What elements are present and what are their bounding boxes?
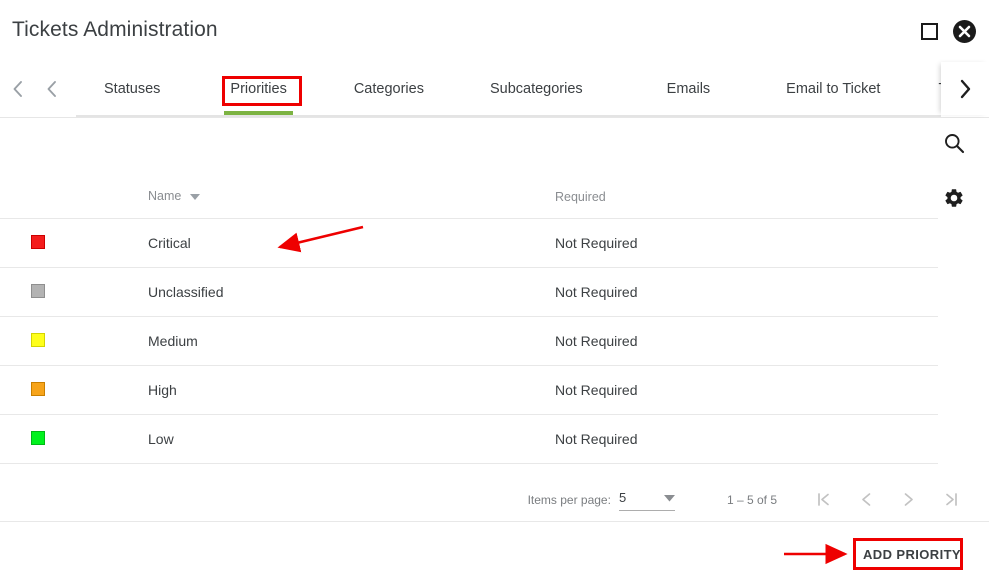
chevron-down-icon [663, 489, 675, 507]
gear-icon[interactable] [943, 187, 965, 214]
window-controls [921, 19, 977, 44]
header-divider [0, 117, 989, 118]
row-color-cell [0, 267, 148, 317]
items-per-page-label: Items per page: [527, 492, 611, 507]
row-required-cell: Not Required [555, 365, 938, 415]
tab-bar: Statuses Priorities Categories Subcatego… [0, 62, 989, 117]
page-navigation-buttons [811, 487, 963, 513]
color-swatch [31, 234, 45, 249]
tab-email-to-ticket[interactable]: Email to Ticket [780, 62, 886, 115]
close-circle-icon[interactable] [952, 19, 977, 44]
row-required-cell: Not Required [555, 218, 938, 268]
page-title: Tickets Administration [12, 18, 218, 41]
tab-emails[interactable]: Emails [661, 62, 717, 115]
first-page-button[interactable] [811, 487, 837, 513]
row-name-cell: Unclassified [148, 267, 555, 317]
search-icon[interactable] [943, 132, 965, 159]
items-per-page-value: 5 [618, 490, 627, 505]
table-row[interactable]: High Not Required [0, 365, 938, 415]
tab-scroll-prev-icon[interactable] [34, 62, 68, 115]
table-row[interactable]: Critical Not Required [0, 218, 938, 268]
add-priority-button[interactable]: ADD PRIORITY [853, 538, 971, 571]
color-swatch [31, 332, 45, 347]
table-header-row: Name Required [0, 130, 938, 219]
previous-page-button[interactable] [853, 487, 879, 513]
color-swatch [31, 381, 45, 396]
square-maximize-icon[interactable] [921, 23, 938, 40]
sort-descending-arrow-icon [189, 190, 200, 204]
row-color-cell [0, 365, 148, 415]
column-header-color [0, 130, 148, 219]
color-swatch [31, 283, 45, 298]
side-actions [937, 132, 971, 214]
priorities-table-container: Name Required Critical Not Required Uncl… [0, 130, 989, 464]
row-color-cell [0, 218, 148, 268]
row-name-cell: High [148, 365, 555, 415]
table-row[interactable]: Unclassified Not Required [0, 267, 938, 317]
tab-subcategories[interactable]: Subcategories [484, 62, 589, 115]
tab-categories[interactable]: Categories [348, 62, 430, 115]
table-row[interactable]: Low Not Required [0, 414, 938, 464]
column-header-required: Required [555, 130, 938, 219]
page-range-label: 1 – 5 of 5 [726, 492, 777, 507]
footer-actions: ADD PRIORITY [0, 522, 989, 587]
tab-priorities[interactable]: Priorities [224, 62, 294, 115]
table-row[interactable]: Medium Not Required [0, 316, 938, 366]
row-name-cell: Low [148, 414, 555, 464]
row-required-cell: Not Required [555, 414, 938, 464]
tabs-strip: Statuses Priorities Categories Subcatego… [88, 62, 989, 115]
last-page-button[interactable] [937, 487, 963, 513]
paginator: Items per page: 5 1 – 5 of 5 [0, 478, 989, 522]
items-per-page-select[interactable]: 5 [618, 489, 675, 511]
column-header-name-label: Name [148, 189, 182, 204]
row-color-cell [0, 414, 148, 464]
row-required-cell: Not Required [555, 267, 938, 317]
table-body: Critical Not Required Unclassified Not R… [0, 218, 938, 464]
column-header-name[interactable]: Name [148, 130, 555, 219]
row-name-cell: Medium [148, 316, 555, 366]
row-name-cell: Critical [148, 218, 555, 268]
row-required-cell: Not Required [555, 316, 938, 366]
tab-nav-left-group [0, 62, 68, 115]
row-color-cell [0, 316, 148, 366]
priorities-table: Name Required Critical Not Required Uncl… [0, 130, 938, 464]
window-header: Tickets Administration [0, 0, 989, 62]
color-swatch [31, 430, 45, 445]
tab-statuses[interactable]: Statuses [98, 62, 166, 115]
tab-scroll-next-icon[interactable] [941, 62, 989, 115]
next-page-button[interactable] [895, 487, 921, 513]
tab-scroll-first-icon[interactable] [0, 62, 34, 115]
